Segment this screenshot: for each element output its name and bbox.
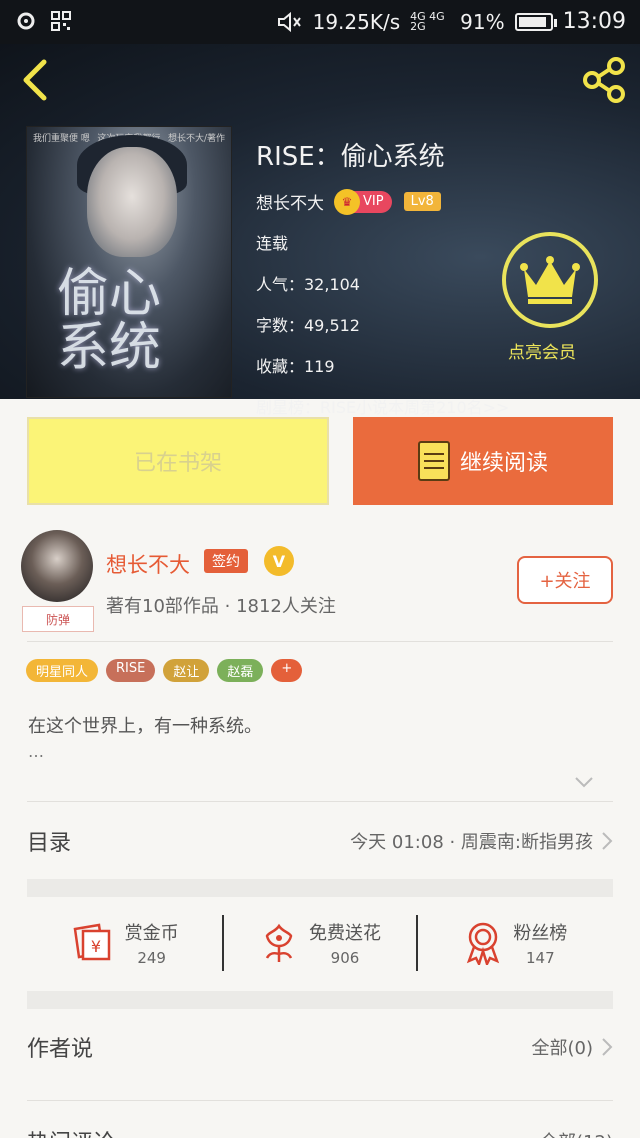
cover-title-art: 偷心 系统: [57, 264, 162, 378]
cover-figure-face: [87, 147, 177, 257]
book-status: 连载: [256, 234, 289, 253]
vip-badge: ♛ VIP: [334, 188, 392, 215]
tag-chip[interactable]: 赵磊: [217, 659, 264, 682]
vip-label: VIP: [363, 194, 384, 209]
tag-chip[interactable]: 明星同人: [26, 659, 99, 682]
battery-icon: [514, 12, 557, 31]
tag-list: 明星同人 RISE 赵让 赵磊 +: [26, 659, 303, 682]
book-cover[interactable]: 我们重聚便 嗯 这次玩完我都行 想长不大/著作 偷心 系统: [26, 126, 232, 398]
net-speed: 19.25K/s: [312, 9, 401, 34]
mute-icon: [277, 11, 301, 32]
signed-badge: 签约: [204, 549, 248, 573]
cover-top-left: 我们重聚便 嗯: [33, 134, 90, 144]
stat-coins[interactable]: ¥ 赏金币 249: [27, 897, 222, 989]
book-rank-link[interactable]: 剧星榜：RISE小说本周第210名>>: [256, 394, 509, 418]
intro-ellipsis: …: [28, 742, 44, 761]
book-author[interactable]: 想长不大: [256, 189, 324, 214]
in-shelf-button[interactable]: 已在书架: [27, 417, 329, 505]
chevron-right-icon: [602, 1038, 613, 1056]
book-word-count: 字数：49,512: [256, 316, 360, 335]
divider: [27, 801, 613, 802]
stat-separator: [222, 915, 225, 971]
chevron-down-icon[interactable]: [574, 772, 594, 792]
author-name[interactable]: 想长不大: [106, 549, 190, 579]
catalog-row[interactable]: 目录 今天 01:08 · 周震南:断指男孩: [27, 818, 613, 864]
continue-reading-button[interactable]: 继续阅读: [353, 417, 613, 505]
stat-flowers[interactable]: 免费送花 906: [222, 897, 418, 989]
back-icon[interactable]: [16, 58, 56, 102]
stat-value: 249: [137, 949, 166, 967]
book-popularity: 人气：32,104: [256, 275, 360, 294]
author-says-row[interactable]: 作者说 全部(0): [27, 1024, 613, 1070]
book-favorites: 收藏：119: [256, 357, 335, 376]
hot-comments-title: 热门评论: [27, 1125, 115, 1138]
verified-badge: V: [264, 546, 294, 576]
status-bar: 19.25K/s 4G 4G 2G 91% 13:09: [0, 0, 640, 44]
book-title: RISE：偷心系统: [256, 142, 445, 172]
book-info: RISE：偷心系统 想长不大 ♛ VIP Lv8 连载 人气：32,104 字数：…: [256, 136, 509, 435]
stat-value: 147: [525, 949, 555, 967]
notification-icon: [17, 12, 35, 30]
book-icon: [417, 441, 450, 481]
membership-label[interactable]: 点亮会员: [508, 338, 576, 363]
crown-icon: ♛: [334, 188, 360, 215]
author-stats: 著有10部作品 · 1812人关注: [106, 596, 336, 617]
author-says-title: 作者说: [27, 1037, 94, 1062]
chevron-right-icon: [602, 832, 613, 850]
signal-indicator: 4G 4G 2G: [410, 9, 445, 33]
stat-label: 免费送花: [308, 923, 381, 944]
app-grid-icon: [51, 11, 71, 31]
stat-label: 赏金币: [124, 923, 179, 944]
medal-icon: [467, 922, 500, 965]
avatar-tag: 防弹: [22, 606, 94, 632]
coin-envelope-icon: ¥: [73, 923, 110, 961]
level-badge: Lv8: [403, 192, 441, 211]
catalog-latest: 今天 01:08 · 周震南:断指男孩: [350, 832, 593, 853]
battery-percent: 91%: [460, 9, 505, 34]
reward-stats: ¥ 赏金币 249 免费送花 906 粉丝榜 147: [27, 897, 613, 989]
crown-icon: [520, 256, 580, 304]
book-intro: 在这个世界上，有一种系统。: [28, 716, 262, 737]
membership-button[interactable]: [502, 232, 598, 328]
follow-button[interactable]: +关注: [517, 556, 613, 604]
hot-comments-count: 全部(12): [540, 1128, 613, 1138]
share-icon[interactable]: [580, 56, 628, 104]
tag-chip[interactable]: 赵让: [163, 659, 210, 682]
stat-label: 粉丝榜: [513, 923, 568, 944]
catalog-title: 目录: [27, 831, 72, 856]
divider: [27, 641, 613, 642]
author-says-count: 全部(0): [531, 1038, 594, 1059]
continue-reading-label: 继续阅读: [459, 451, 548, 476]
stat-value: 906: [330, 949, 360, 967]
tag-chip[interactable]: +: [271, 659, 303, 682]
section-gap: [27, 879, 613, 897]
stat-fans[interactable]: 粉丝榜 147: [418, 897, 613, 989]
clock: 13:09: [562, 9, 626, 34]
divider: [27, 1100, 613, 1101]
tag-chip[interactable]: RISE: [106, 659, 156, 682]
cover-top-right: 想长不大/著作: [167, 134, 225, 144]
hot-comments-row[interactable]: 热门评论 全部(12): [27, 1118, 613, 1138]
svg-text:¥: ¥: [91, 937, 101, 956]
author-row: 想长不大 ♛ VIP Lv8: [256, 188, 509, 215]
book-header: 我们重聚便 嗯 这次玩完我都行 想长不大/著作 偷心 系统 RISE：偷心系统 …: [0, 44, 640, 417]
author-avatar[interactable]: [21, 530, 93, 602]
flower-icon: [265, 923, 293, 962]
section-gap: [27, 991, 613, 1009]
